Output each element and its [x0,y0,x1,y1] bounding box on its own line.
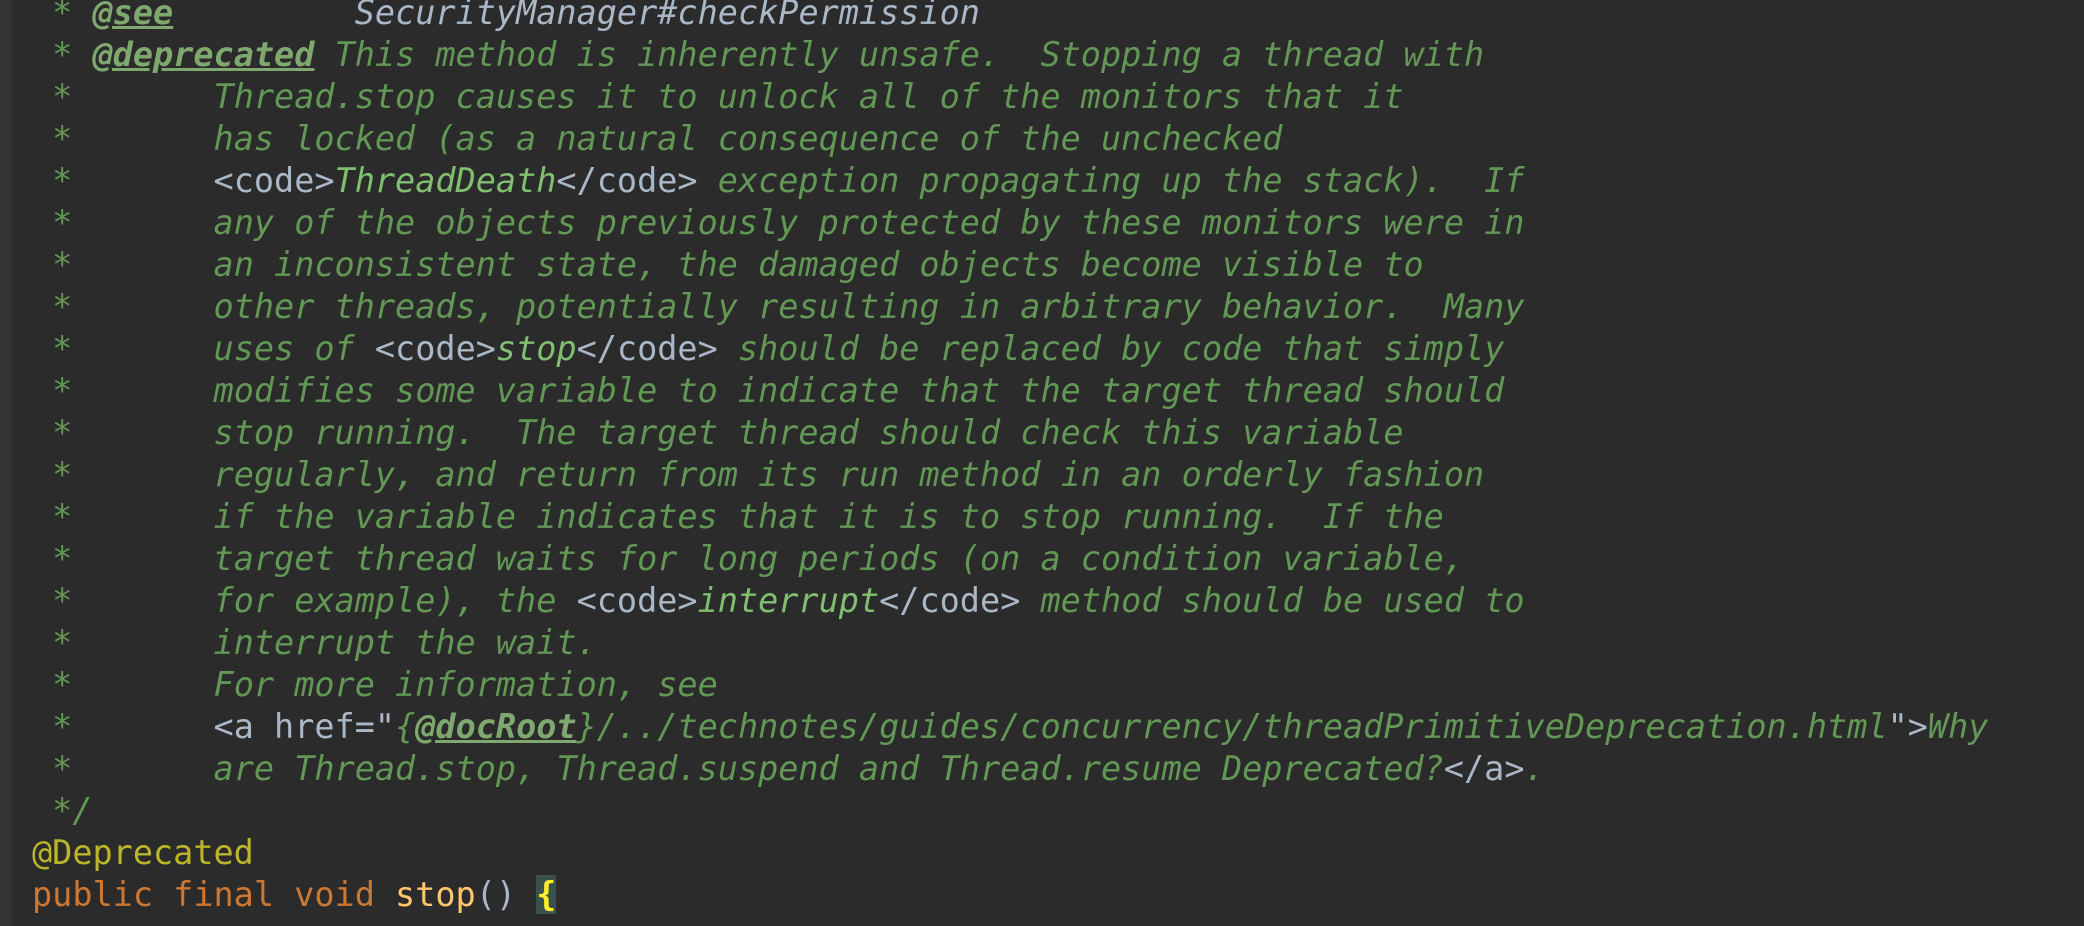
code-line-14: * target thread waits for long periods (… [32,539,1464,578]
code-line-13: * if the variable indicates that it is t… [32,497,1444,536]
docroot-tag[interactable]: @docRoot [415,707,576,746]
matched-brace[interactable]: { [536,875,557,914]
javadoc-deprecated-tag[interactable]: @deprecated [93,35,315,74]
editor-gutter [0,0,12,926]
code-line-9: * uses of <code>stop</code> should be re… [32,329,1505,368]
code-line-21: @Deprecated [32,832,254,874]
code-line-7: * an inconsistent state, the damaged obj… [32,245,1424,284]
method-modifiers: public final void [32,875,396,914]
method-name-stop[interactable]: stop [395,875,476,914]
code-line-1: * @see SecurityManager#checkPermission [32,0,980,34]
code-line-17: * For more information, see [32,665,718,704]
code-line-8: * other threads, potentially resulting i… [32,287,1525,326]
code-editor[interactable]: * @see SecurityManager#checkPermission *… [12,0,2084,926]
code-line-18: * <a href="{@docRoot}/../technotes/guide… [32,707,1989,746]
code-line-6: * any of the objects previously protecte… [32,203,1525,242]
link-path[interactable]: /../technotes/guides/concurrency/threadP… [597,707,1888,746]
code-line-11: * stop running. The target thread should… [32,413,1404,452]
code-line-20: */ [32,791,93,830]
code-line-12: * regularly, and return from its run met… [32,455,1485,494]
code-line-2: * @deprecated This method is inherently … [32,35,1485,74]
code-line-10: * modifies some variable to indicate tha… [32,371,1505,410]
deprecated-annotation[interactable]: @Deprecated [32,833,254,872]
javadoc-see-tag[interactable]: @see [93,0,174,32]
code-line-4: * has locked (as a natural consequence o… [32,119,1283,158]
see-reference[interactable]: SecurityManager#checkPermission [355,0,980,32]
code-line-5: * <code>ThreadDeath</code> exception pro… [32,161,1525,200]
code-line-22: public final void stop() { [32,875,557,914]
code-line-3: * Thread.stop causes it to unlock all of… [32,77,1404,116]
code-line-16: * interrupt the wait. [32,623,597,662]
code-line-15: * for example), the <code>interrupt</cod… [32,581,1525,620]
code-line-19: * are Thread.stop, Thread.suspend and Th… [32,749,1545,788]
